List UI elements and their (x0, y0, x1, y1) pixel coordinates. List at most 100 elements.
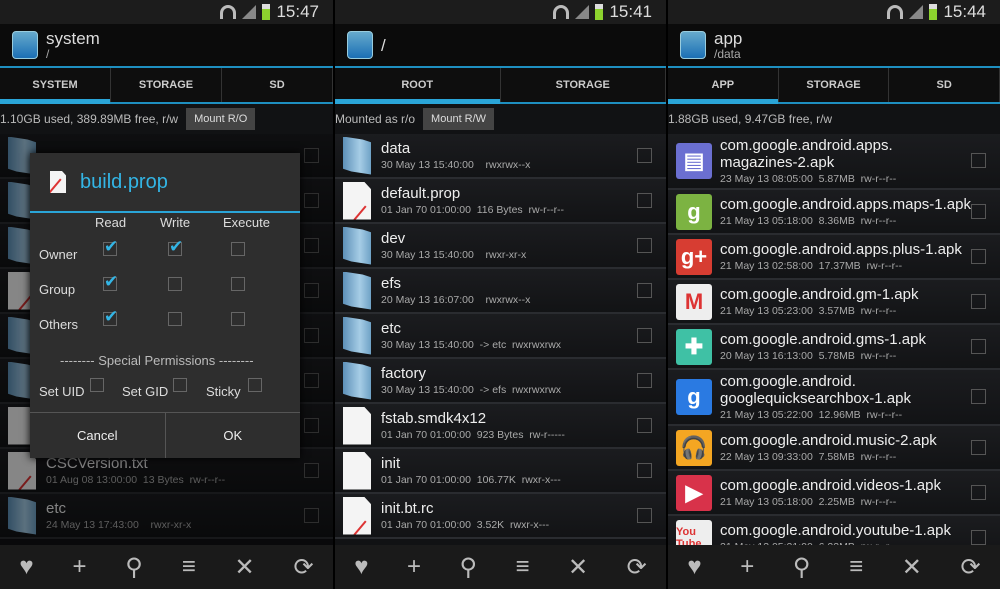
tab-sd[interactable]: SD (889, 68, 1000, 102)
heart-icon[interactable]: ♥ (354, 553, 368, 581)
item-name: data (381, 140, 411, 157)
group-read-checkbox[interactable] (103, 272, 118, 292)
heart-icon[interactable]: ♥ (19, 553, 33, 581)
list-item[interactable]: ▶ com.google.android.videos-1.apk 21 May 1… (668, 471, 1000, 516)
others-execute-checkbox[interactable] (231, 312, 245, 326)
list-item[interactable]: dev 30 May 13 15:40:00 rwxr-xr-x (335, 224, 666, 269)
list-item[interactable]: g com.google.android.apps.maps-1.apk 21 Ma… (668, 190, 1000, 235)
tab-system[interactable]: SYSTEM (0, 68, 111, 104)
item-meta: 20 May 13 16:07:00 rwxrwx--x (381, 294, 531, 306)
close-icon[interactable]: ✕ (235, 553, 255, 582)
item-name: com.google.android.youtube-1.apk (720, 522, 951, 539)
list-item[interactable]: efs 20 May 13 16:07:00 rwxrwx--x (335, 269, 666, 314)
plus-icon[interactable]: + (740, 553, 754, 581)
select-checkbox[interactable] (971, 153, 986, 168)
owner-execute-checkbox[interactable] (231, 242, 245, 256)
select-checkbox[interactable] (971, 338, 986, 354)
tab-bar: APP STORAGE SD (668, 66, 1000, 104)
owner-write-checkbox[interactable] (168, 237, 183, 257)
owner-read-checkbox[interactable] (103, 237, 118, 257)
battery-icon (929, 4, 938, 20)
item-name: dev (381, 230, 406, 247)
mount-button[interactable]: Mount R/W (423, 108, 495, 130)
select-checkbox[interactable] (637, 327, 652, 343)
row-others: Others (39, 317, 79, 332)
tab-storage[interactable]: STORAGE (111, 68, 222, 102)
refresh-icon[interactable]: ⟳ (293, 553, 313, 582)
select-checkbox[interactable] (637, 507, 652, 523)
wifi-icon (887, 5, 904, 19)
list-item[interactable]: default.prop 01 Jan 70 01:00:00 116 Bytes… (335, 179, 666, 224)
tab-storage[interactable]: STORAGE (779, 68, 890, 102)
mount-button[interactable]: Mount R/O (186, 108, 256, 130)
select-checkbox[interactable] (637, 237, 652, 253)
file-icon (343, 451, 371, 490)
panel-root: 15:41 / ROOT STORAGE Mounted as r/o Mount … (335, 0, 666, 589)
magazines-icon: ▤ (676, 143, 712, 179)
storage-info: 1.88GB used, 9.47GB free, r/w (668, 104, 1000, 134)
select-checkbox[interactable] (637, 372, 652, 388)
list-item[interactable]: ▤ com.google.android.apps. magazines-2.ap… (668, 134, 1000, 190)
title: app (714, 28, 743, 48)
close-icon[interactable]: ✕ (902, 553, 922, 582)
set-uid-checkbox[interactable] (90, 378, 104, 392)
search-icon[interactable]: ⚲ (125, 553, 143, 582)
others-write-checkbox[interactable] (168, 312, 182, 326)
list-item[interactable]: fstab.smdk4x12 01 Jan 70 01:00:00 923 Byt… (335, 404, 666, 449)
select-checkbox[interactable] (637, 192, 652, 208)
select-checkbox[interactable] (971, 484, 986, 500)
close-icon[interactable]: ✕ (568, 553, 588, 582)
refresh-icon[interactable]: ⟳ (960, 553, 980, 582)
search-icon[interactable]: ⚲ (793, 553, 811, 582)
list-item[interactable]: init 01 Jan 70 01:00:00 106.77K rwxr-x--- (335, 449, 666, 494)
select-checkbox[interactable] (637, 462, 652, 478)
group-execute-checkbox[interactable] (231, 277, 245, 291)
plus-icon[interactable]: + (72, 553, 86, 581)
item-name: com.google.android.gm-1.apk (720, 286, 919, 303)
select-checkbox[interactable] (637, 417, 652, 433)
app-logo-icon[interactable] (12, 31, 38, 59)
list-item[interactable]: init.bt.rc 01 Jan 70 01:00:00 3.52K rwxr-… (335, 494, 666, 539)
tab-app[interactable]: APP (668, 68, 779, 104)
select-checkbox[interactable] (637, 147, 652, 163)
tab-storage[interactable]: STORAGE (501, 68, 666, 102)
list-item[interactable]: Mcom.google.android.gm-1.apk 21 May 13 05… (668, 280, 1000, 325)
list-item[interactable]: g+ com.google.android.apps.plus-1.apk 21 M… (668, 235, 1000, 280)
select-checkbox[interactable] (971, 529, 986, 545)
list-item[interactable]: 🎧 com.google.android.music-2.apk 22 May 13… (668, 426, 1000, 471)
sort-icon[interactable]: ≡ (849, 553, 863, 581)
select-checkbox[interactable] (971, 248, 986, 264)
tab-root[interactable]: ROOT (335, 68, 501, 104)
select-checkbox[interactable] (971, 293, 986, 309)
item-name: com.google.android. googlequicksearchbox… (720, 373, 911, 407)
search-icon[interactable]: ⚲ (459, 553, 477, 582)
refresh-icon[interactable]: ⟳ (627, 553, 647, 582)
sort-icon[interactable]: ≡ (516, 553, 530, 581)
select-checkbox[interactable] (637, 282, 652, 298)
select-checkbox[interactable] (971, 203, 986, 219)
list-item[interactable]: ✚ com.google.android.gms-1.apk 20 May 13 1… (668, 325, 1000, 370)
action-bar: / (335, 24, 666, 66)
sort-icon[interactable]: ≡ (182, 553, 196, 581)
item-meta: 21 May 13 05:23:00 3.57MB rw-r--r-- (720, 305, 897, 317)
heart-icon[interactable]: ♥ (687, 553, 701, 581)
plus-icon[interactable]: + (407, 553, 421, 581)
group-write-checkbox[interactable] (168, 277, 182, 291)
set-gid-checkbox[interactable] (173, 378, 187, 392)
sticky-checkbox[interactable] (248, 378, 262, 392)
app-logo-icon[interactable] (347, 31, 373, 59)
others-read-checkbox[interactable] (103, 307, 118, 327)
list-item[interactable]: factory 30 May 13 15:40:00 -> efs rwxrwxr… (335, 359, 666, 404)
column-execute: Execute (223, 215, 270, 230)
select-checkbox[interactable] (971, 439, 986, 455)
select-checkbox[interactable] (971, 389, 986, 404)
ok-button[interactable]: OK (166, 413, 301, 458)
list-item[interactable]: etc 30 May 13 15:40:00 -> etc rwxrwxrwx (335, 314, 666, 359)
column-read: Read (95, 215, 127, 230)
list-item[interactable]: g com.google.android. googlequicksearchbo… (668, 370, 1000, 426)
tab-sd[interactable]: SD (222, 68, 333, 102)
app-logo-icon[interactable] (680, 31, 706, 59)
list-item[interactable]: data 30 May 13 15:40:00 rwxrwx--x (335, 134, 666, 179)
panel-app: 15:44 app/data APP STORAGE SD 1.88GB used,… (668, 0, 1000, 589)
cancel-button[interactable]: Cancel (30, 413, 166, 458)
